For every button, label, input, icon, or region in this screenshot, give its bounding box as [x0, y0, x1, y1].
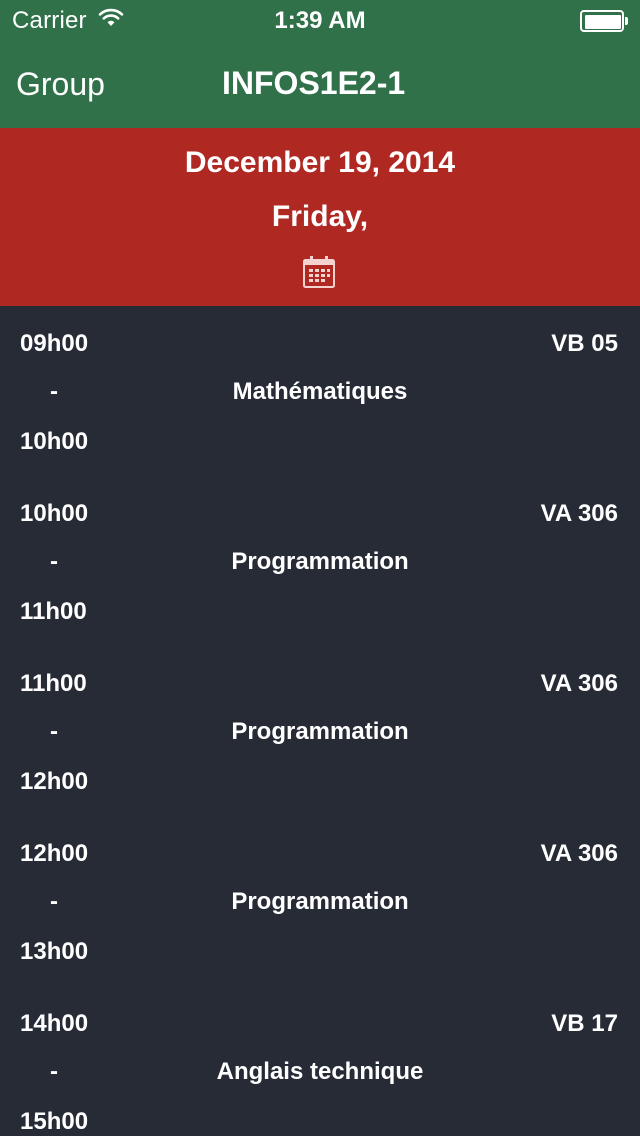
session-course: Programmation — [231, 718, 409, 745]
session-start-time: 09h00 — [20, 330, 89, 357]
session-row[interactable]: 14h00 - 15h00 VB 17 Anglais technique — [0, 986, 640, 1136]
session-row[interactable]: 10h00 - 11h00 VA 306 Programmation — [0, 476, 640, 646]
session-end-time: 12h00 — [20, 768, 89, 795]
session-row[interactable]: 11h00 - 12h00 VA 306 Programmation — [0, 646, 640, 816]
date-label: December 19, 2014 — [184, 146, 456, 179]
session-room: VA 306 — [540, 500, 618, 527]
session-course: Programmation — [231, 888, 409, 915]
session-end-time: 11h00 — [20, 598, 87, 625]
date-banner: December 19, 2014 Friday, — [0, 128, 640, 306]
schedule-list[interactable]: 09h00 - 10h00 VB 05 Mathématiques 10h00 … — [0, 306, 640, 1136]
header: Carrier 1:39 AM Group INFOS1E2-1 — [0, 0, 640, 128]
day-label: Friday, — [271, 200, 369, 233]
session-start-time: 10h00 — [20, 500, 89, 527]
session-end-time: 15h00 — [20, 1108, 89, 1135]
session-course: Mathématiques — [232, 378, 408, 405]
calendar-icon[interactable] — [302, 255, 336, 289]
schedule-screen: Carrier 1:39 AM Group INFOS1E2-1 Decembe… — [0, 0, 640, 1136]
session-end-time: 10h00 — [20, 428, 89, 455]
session-course: Anglais technique — [216, 1058, 424, 1085]
page-title: INFOS1E2-1 — [222, 65, 406, 101]
status-time: 1:39 AM — [274, 7, 366, 34]
back-button-group[interactable]: Group — [16, 66, 105, 103]
session-start-time: 11h00 — [20, 670, 87, 697]
battery-icon — [580, 10, 628, 32]
session-start-time: 12h00 — [20, 840, 89, 867]
session-room: VB 17 — [551, 1010, 618, 1037]
session-room: VB 05 — [551, 330, 618, 357]
session-room: VA 306 — [540, 670, 618, 697]
session-row[interactable]: 09h00 - 10h00 VB 05 Mathématiques — [0, 306, 640, 476]
session-course: Programmation — [231, 548, 409, 575]
session-room: VA 306 — [540, 840, 618, 867]
session-start-time: 14h00 — [20, 1010, 89, 1037]
session-row[interactable]: 12h00 - 13h00 VA 306 Programmation — [0, 816, 640, 986]
status-bar: Carrier 1:39 AM — [0, 0, 640, 40]
session-end-time: 13h00 — [20, 938, 89, 965]
navigation-bar: Group INFOS1E2-1 — [0, 40, 640, 128]
